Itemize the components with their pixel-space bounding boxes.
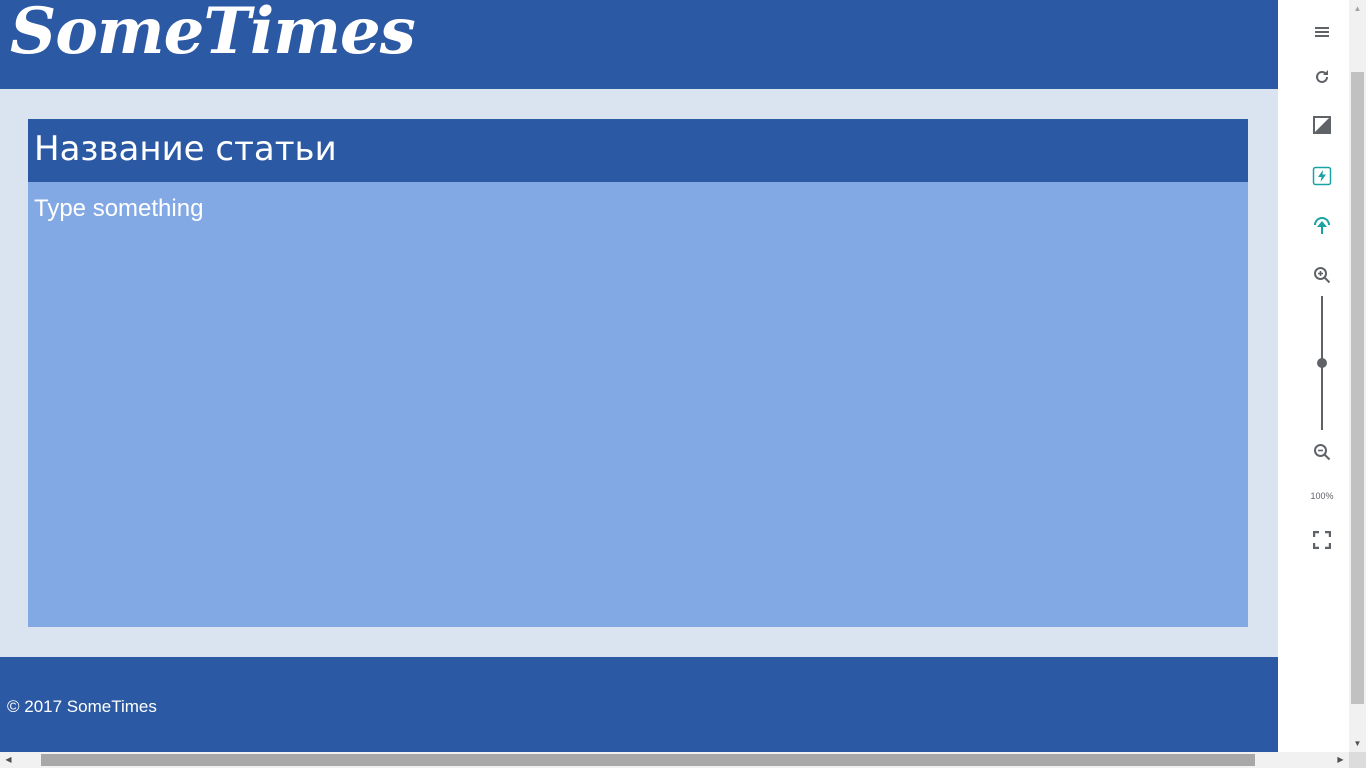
copyright-text: © 2017 SomeTimes xyxy=(7,697,157,716)
scroll-right-arrow-icon[interactable]: ▶ xyxy=(1332,752,1349,768)
zoom-out-icon xyxy=(1314,444,1331,461)
zoom-slider[interactable] xyxy=(1316,296,1328,430)
scroll-up-arrow-icon[interactable]: ▲ xyxy=(1349,0,1366,17)
fullscreen-icon xyxy=(1313,531,1331,549)
page: SomeTimes Type something © 2017 SomeTime… xyxy=(0,0,1278,752)
upload-arrow-icon xyxy=(1314,217,1330,234)
flash-icon xyxy=(1312,166,1332,186)
article-body-input[interactable]: Type something xyxy=(34,195,1234,615)
article-title-input[interactable] xyxy=(34,127,1234,171)
vertical-scrollbar[interactable]: ▲ ▼ xyxy=(1349,0,1366,752)
site-footer: © 2017 SomeTimes xyxy=(0,657,1278,752)
refresh-button[interactable] xyxy=(1306,61,1338,93)
upload-button[interactable] xyxy=(1306,210,1338,242)
site-logo[interactable]: SomeTimes xyxy=(10,0,416,69)
article-editor: Type something xyxy=(28,119,1248,627)
contrast-button[interactable] xyxy=(1306,109,1338,141)
scrollbar-corner xyxy=(1349,752,1366,768)
menu-button[interactable] xyxy=(1306,16,1338,48)
menu-icon xyxy=(1315,27,1329,37)
zoom-in-button[interactable] xyxy=(1306,259,1338,291)
site-header: SomeTimes xyxy=(0,0,1278,89)
flash-button[interactable] xyxy=(1306,160,1338,192)
article-title-bar xyxy=(28,119,1248,182)
fullscreen-button[interactable] xyxy=(1306,524,1338,556)
horizontal-scrollbar[interactable]: ◀ ▶ xyxy=(0,752,1349,768)
refresh-icon xyxy=(1316,70,1328,83)
scroll-left-arrow-icon[interactable]: ◀ xyxy=(0,752,17,768)
zoom-slider-thumb[interactable] xyxy=(1317,358,1327,368)
contrast-icon xyxy=(1313,116,1331,134)
scroll-down-arrow-icon[interactable]: ▼ xyxy=(1349,735,1366,752)
zoom-level-label: 100% xyxy=(1310,491,1334,501)
zoom-out-button[interactable] xyxy=(1306,436,1338,468)
vertical-scroll-thumb[interactable] xyxy=(1351,72,1364,704)
horizontal-scroll-thumb[interactable] xyxy=(41,754,1255,766)
zoom-in-icon xyxy=(1314,267,1331,284)
